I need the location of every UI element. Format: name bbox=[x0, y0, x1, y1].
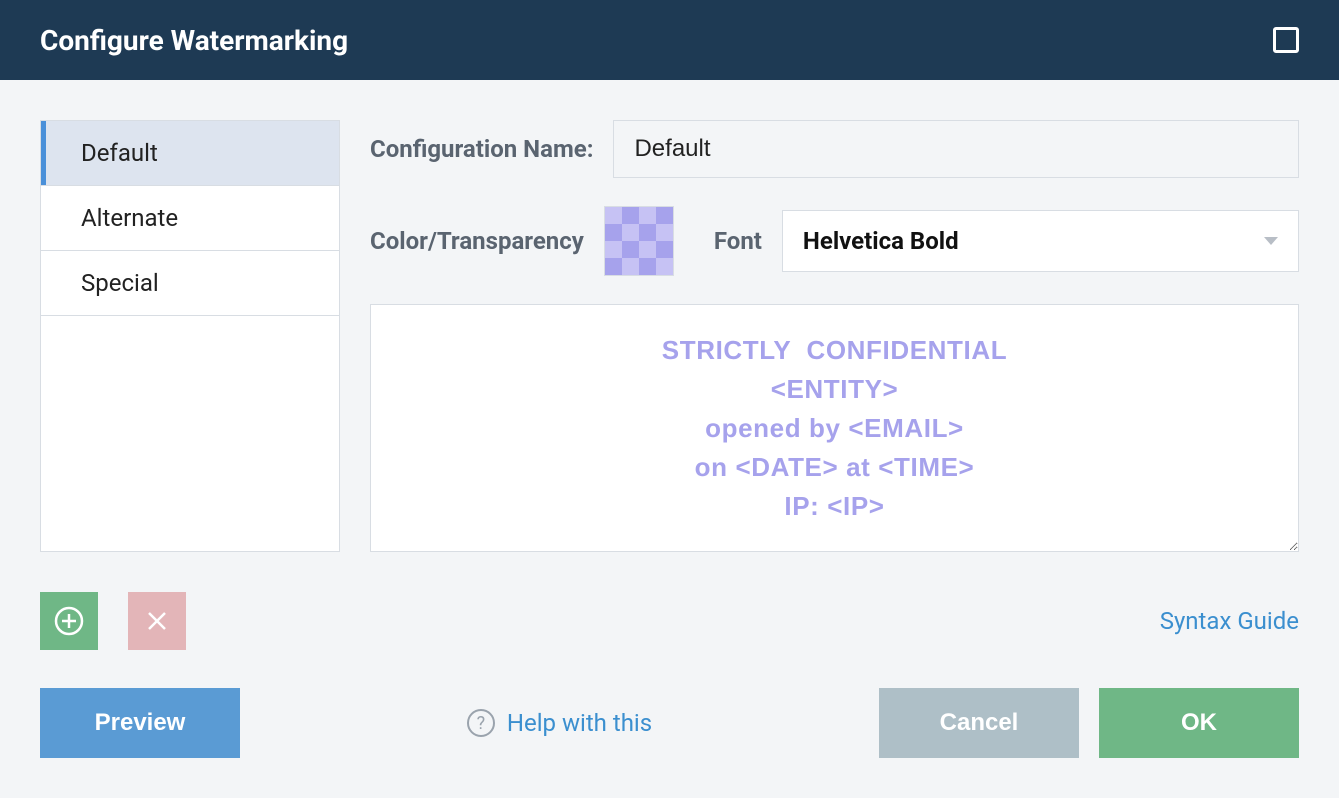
add-config-button[interactable] bbox=[40, 592, 98, 650]
plus-circle-icon bbox=[52, 604, 86, 638]
cancel-button[interactable]: Cancel bbox=[879, 688, 1079, 758]
help-link[interactable]: ? Help with this bbox=[467, 709, 652, 737]
config-list: Default Alternate Special bbox=[40, 120, 340, 552]
icon-button-group bbox=[40, 592, 186, 650]
color-label: Color/Transparency bbox=[370, 227, 584, 255]
watermark-config-dialog: Configure Watermarking Default Alternate… bbox=[0, 0, 1339, 798]
below-content-row: Syntax Guide bbox=[0, 562, 1339, 658]
right-button-group: Cancel OK bbox=[879, 688, 1299, 758]
color-font-row: Color/Transparency Font Helvetica Bold bbox=[370, 206, 1299, 276]
font-select[interactable]: Helvetica Bold bbox=[782, 210, 1299, 272]
question-circle-icon: ? bbox=[467, 709, 495, 737]
config-list-item-label: Special bbox=[81, 269, 159, 297]
help-link-label: Help with this bbox=[507, 709, 652, 737]
titlebar: Configure Watermarking bbox=[0, 0, 1339, 80]
config-list-item[interactable]: Special bbox=[41, 251, 339, 316]
chevron-down-icon bbox=[1264, 237, 1278, 245]
delete-config-button[interactable] bbox=[128, 592, 186, 650]
preview-button[interactable]: Preview bbox=[40, 688, 240, 758]
font-select-value: Helvetica Bold bbox=[803, 227, 959, 255]
watermark-textarea[interactable] bbox=[370, 304, 1299, 552]
close-icon bbox=[145, 609, 169, 633]
sidebar: Default Alternate Special bbox=[40, 120, 340, 552]
footer: Preview ? Help with this Cancel OK bbox=[0, 658, 1339, 798]
config-name-label: Configuration Name: bbox=[370, 135, 593, 163]
config-list-item-label: Alternate bbox=[81, 204, 178, 232]
ok-button[interactable]: OK bbox=[1099, 688, 1299, 758]
font-select-box[interactable]: Helvetica Bold bbox=[782, 210, 1299, 272]
maximize-icon[interactable] bbox=[1273, 27, 1299, 53]
content-area: Default Alternate Special Configuration … bbox=[0, 80, 1339, 562]
color-swatch[interactable] bbox=[604, 206, 674, 276]
config-list-item-label: Default bbox=[81, 139, 158, 167]
main-panel: Configuration Name: Color/Transparency F… bbox=[370, 120, 1299, 552]
dialog-title: Configure Watermarking bbox=[40, 24, 348, 57]
config-list-item[interactable]: Alternate bbox=[41, 186, 339, 251]
font-label: Font bbox=[714, 227, 762, 255]
syntax-guide-link[interactable]: Syntax Guide bbox=[1160, 607, 1299, 635]
config-name-row: Configuration Name: bbox=[370, 120, 1299, 178]
config-list-item[interactable]: Default bbox=[41, 121, 339, 186]
config-name-input[interactable] bbox=[613, 120, 1299, 178]
